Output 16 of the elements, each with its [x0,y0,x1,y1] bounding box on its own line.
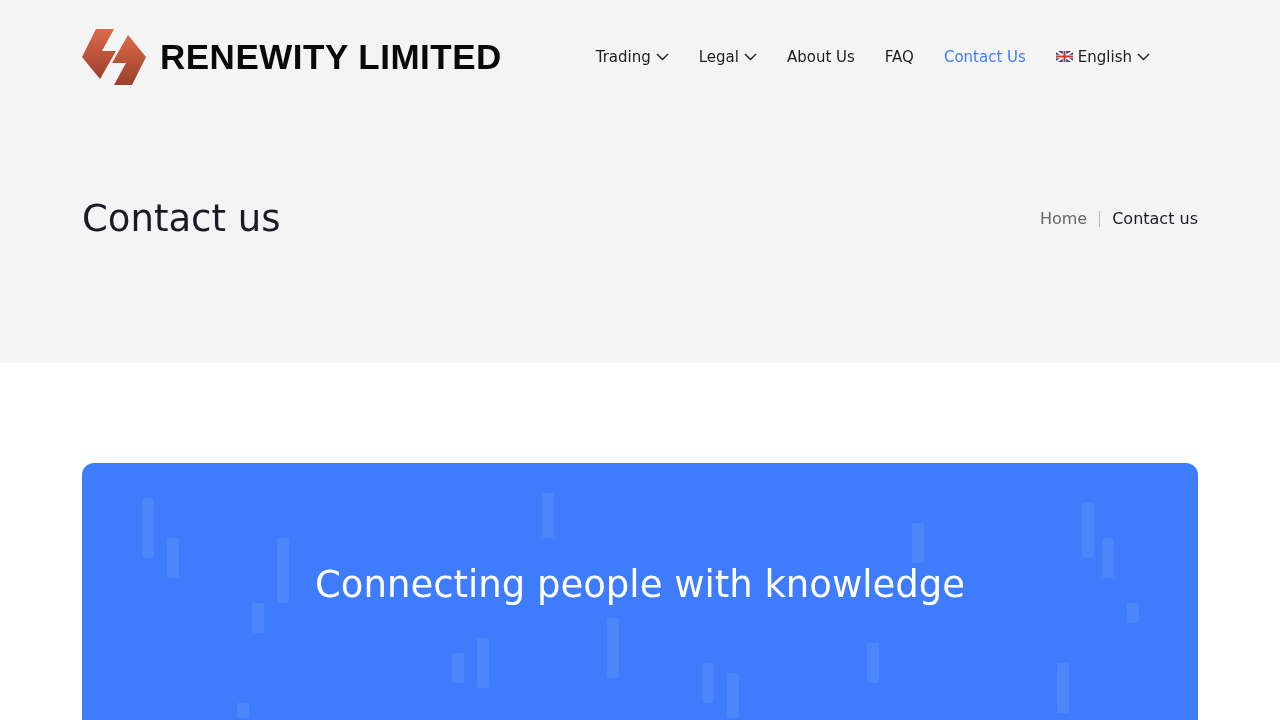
nav-link[interactable]: Legal [698,47,757,66]
chevron-down-icon [743,52,757,61]
nav-link[interactable]: Trading [595,47,669,66]
flag-icon [1055,51,1073,62]
language-selector[interactable]: English [1055,47,1150,66]
nav-link[interactable]: FAQ [884,47,914,66]
brand-name: RENEWITY LIMITED [160,36,502,77]
breadcrumb-link[interactable]: Home [1039,209,1088,228]
chevron-down-icon [1137,52,1150,61]
logo-icon [82,28,146,85]
nav-link[interactable]: About Us [786,47,855,66]
chevron-down-icon [655,52,669,61]
breadcrumb-link[interactable]: Contact us [1112,209,1198,228]
banner-heading: Connecting people with knowledge [315,563,965,606]
page-title: Contact us [82,197,281,240]
nav-link[interactable]: Contact Us [943,47,1026,66]
